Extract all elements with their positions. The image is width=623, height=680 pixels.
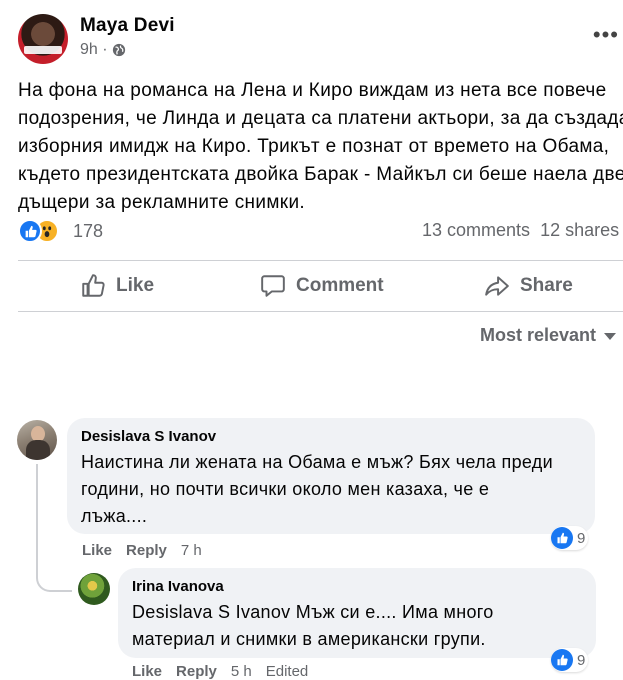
sort-label: Most relevant [480, 325, 597, 345]
post-text-line: където президентската двойка Барак - Май… [18, 164, 623, 185]
comment-actions: Like Reply 7 h [82, 542, 202, 559]
speech-bubble-icon [261, 275, 285, 297]
reply-text-line: Desislava S Ivanov Мъж си е.... Има мног… [132, 602, 494, 622]
reply-author[interactable]: Irina Ivanova [132, 578, 582, 595]
reply-reactions[interactable]: 9 [551, 648, 589, 672]
comment-reaction-count: 9 [577, 529, 586, 547]
like-reaction-icon [551, 527, 573, 549]
more-options-button[interactable]: ••• [593, 24, 619, 46]
comment-text-line: лъжа.... [81, 506, 148, 526]
post-header: Maya Devi 9h · ••• [18, 8, 623, 64]
engagement-counts: 13 comments 12 shares [422, 220, 619, 241]
shares-count[interactable]: 12 shares [540, 220, 619, 240]
post-text-line: изборния имидж на Киро. Трикът е познат … [18, 136, 610, 157]
edited-label: Edited [265, 663, 309, 680]
thread-connector [36, 574, 72, 592]
comment-time[interactable]: 7 h [181, 542, 202, 559]
post-text-line: подозрения, че Линда и децата са платени… [18, 108, 623, 129]
like-button[interactable]: Like [80, 262, 154, 310]
reply-reply-button[interactable]: Reply [176, 663, 217, 680]
author-avatar[interactable] [18, 14, 68, 64]
reaction-count: 178 [73, 220, 104, 241]
reply-reaction-count: 9 [577, 651, 586, 669]
divider [18, 260, 623, 261]
reply-text-line: материал и снимки в американски групи. [132, 629, 486, 649]
comment-text: Наистина ли жената на Обама е мъж? Бях ч… [81, 449, 581, 530]
like-reaction-icon [18, 219, 42, 243]
reply-avatar[interactable] [78, 573, 110, 605]
comment-text-line: Наистина ли жената на Обама е мъж? Бях ч… [81, 452, 553, 472]
comment-like-button[interactable]: Like [82, 542, 112, 559]
comment-reply-button[interactable]: Reply [126, 542, 167, 559]
comment-avatar[interactable] [17, 420, 57, 460]
post-meta: 9h · [80, 41, 126, 59]
reactions-summary[interactable]: 178 [18, 216, 103, 246]
comment-sort-dropdown[interactable]: Most relevant [480, 325, 617, 346]
comment-reactions[interactable]: 9 [551, 526, 589, 550]
divider [18, 311, 623, 312]
comment-label: Comment [296, 275, 384, 296]
reply-text: Desislava S Ivanov Мъж си е.... Има мног… [132, 599, 582, 653]
comment-text-line: години, но почти всички около мен казаха… [81, 479, 490, 499]
post-text: На фона на романса на Лена и Киро виждам… [18, 77, 623, 217]
share-button[interactable]: Share [484, 262, 573, 310]
like-label: Like [116, 275, 155, 296]
comments-count[interactable]: 13 comments [422, 220, 530, 240]
reply-like-button[interactable]: Like [132, 663, 162, 680]
reply-actions: Like Reply 5 h Edited [132, 663, 308, 680]
thumbs-up-icon [82, 274, 105, 297]
reply-time[interactable]: 5 h [231, 663, 252, 680]
globe-icon [112, 43, 125, 57]
post-text-line: На фона на романса на Лена и Киро виждам… [18, 80, 607, 101]
reply-bubble: Irina Ivanova Desislava S Ivanov Мъж си … [118, 568, 596, 658]
like-reaction-icon [551, 649, 573, 671]
comment-author[interactable]: Desislava S Ivanov [81, 428, 581, 445]
comment-bubble: Desislava S Ivanov Наистина ли жената на… [67, 418, 595, 534]
share-label: Share [520, 275, 573, 296]
thread-line [36, 464, 38, 576]
post-time[interactable]: 9h · [80, 41, 108, 59]
post-actions: Like Comment Share [18, 262, 623, 310]
comment-button[interactable]: Comment [260, 262, 384, 310]
post-text-line: дъщери за рекламните снимки. [18, 192, 306, 213]
caret-down-icon [604, 333, 617, 340]
post-author[interactable]: Maya Devi [80, 15, 175, 37]
share-arrow-icon [485, 276, 509, 296]
